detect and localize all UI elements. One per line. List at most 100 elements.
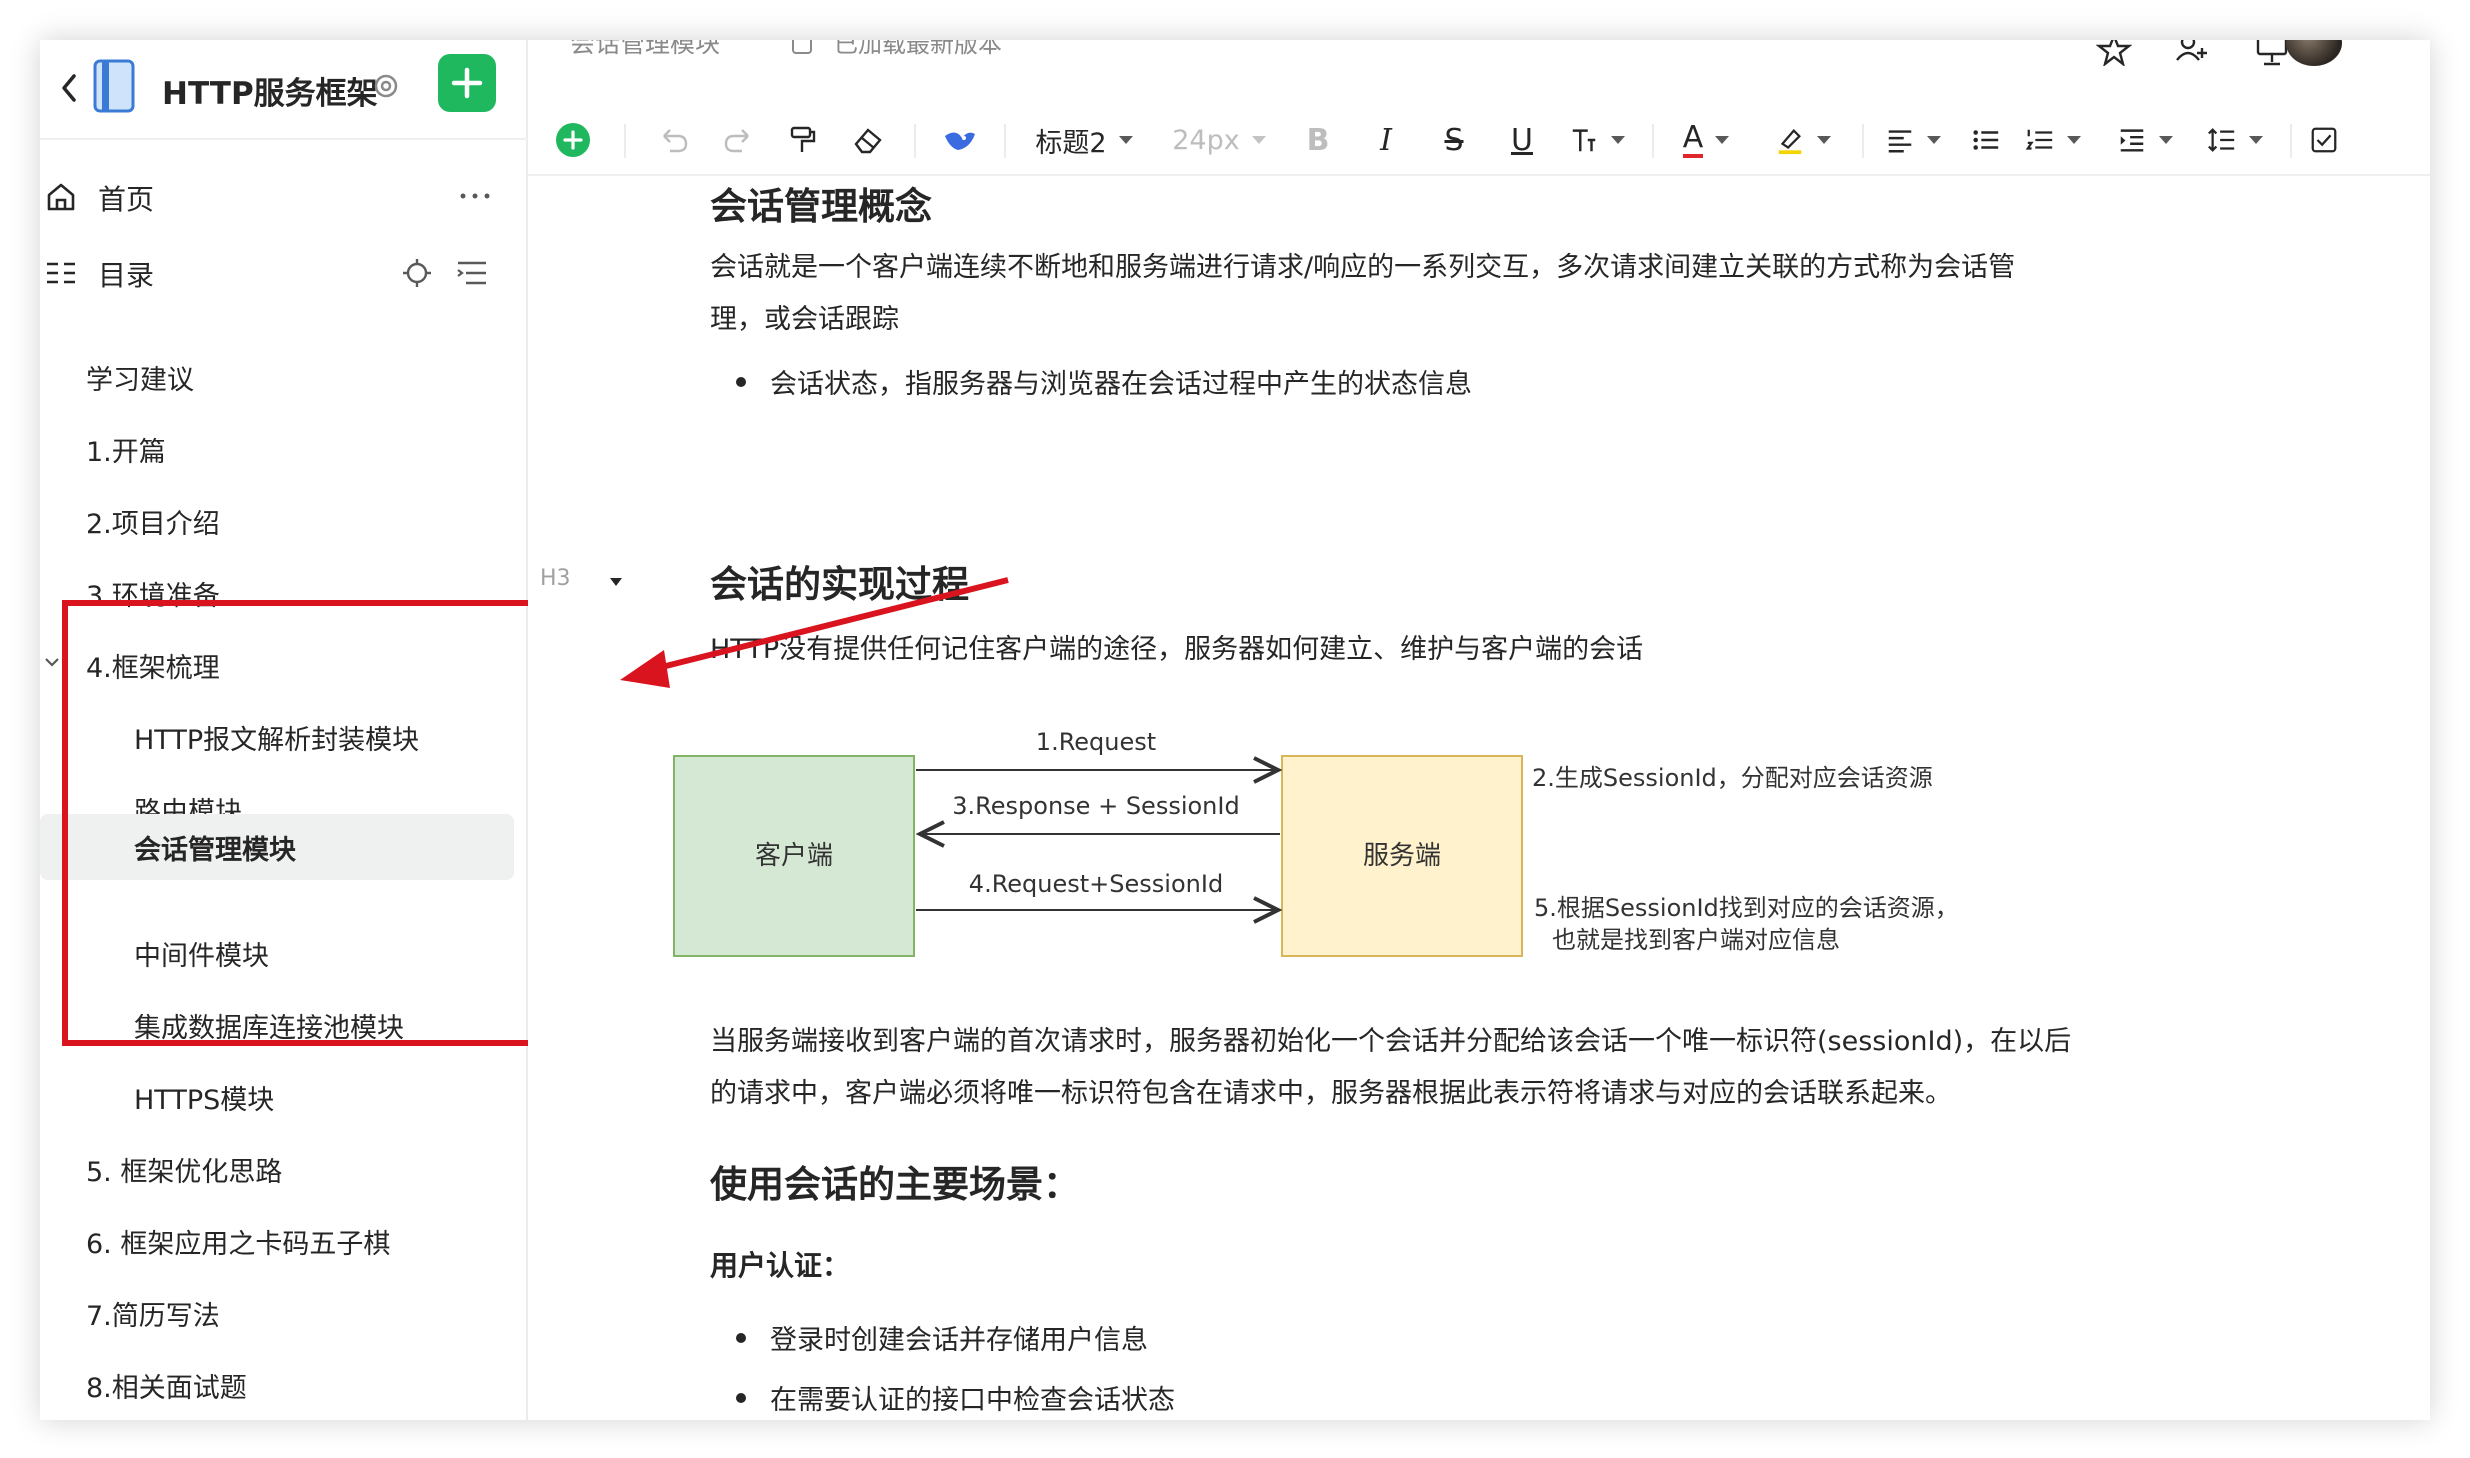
bold-icon: B (1306, 122, 1330, 158)
toc-item-study-advice[interactable]: 学习建议 (40, 342, 528, 408)
sidebar-item-toc[interactable]: 目录 (40, 244, 528, 300)
avatar[interactable] (2286, 40, 2342, 66)
paragraph-line: 的请求中，客户端必须将唯一标识符包含在请求中，服务器根据此表示符将请求与对应的会… (710, 1078, 1952, 1109)
chevron-down-icon (2067, 136, 2081, 144)
book-icon (93, 59, 135, 113)
format-painter-icon (790, 126, 816, 152)
undo-icon (663, 129, 688, 153)
arrow-label-request-session: 4.Request+SessionId (969, 870, 1223, 898)
toc-item-label: 学习建议 (86, 365, 194, 396)
toolbar-divider (1004, 124, 1006, 158)
redo-icon (724, 129, 749, 153)
undo-button[interactable] (652, 118, 696, 162)
doc-info-icon[interactable] (790, 40, 814, 56)
note-generate-session: 2.生成SessionId，分配对应会话资源 (1532, 764, 1933, 792)
label-user-auth: 用户认证： (710, 1249, 851, 1282)
annotation-highlight-box (62, 600, 542, 1046)
paragraph-line: 理，或会话跟踪 (710, 304, 899, 335)
list-collapse-icon[interactable] (456, 258, 488, 288)
clear-format-button[interactable] (846, 118, 890, 162)
document-body[interactable]: 会话管理概念 会话就是一个客户端连续不断地和服务端进行请求/响应的一系列交互，多… (528, 176, 2430, 1420)
underline-button[interactable]: U (1502, 118, 1542, 162)
toc-item-interview[interactable]: 8.相关面试题 (40, 1350, 528, 1416)
font-color-dropdown[interactable]: A (1668, 118, 1744, 162)
doc-header: 会话管理模块 已加载最新版本 (528, 40, 2430, 70)
heading-style-dropdown[interactable]: 标题2 (1024, 118, 1144, 162)
heading-level-tag: H3 (540, 566, 571, 591)
ai-assistant-button[interactable] (936, 118, 984, 162)
toolbar-divider (624, 124, 626, 158)
more-icon[interactable] (458, 186, 492, 206)
chevron-down-icon (2249, 136, 2263, 144)
checkbox-icon (2311, 127, 2337, 153)
chevron-down-icon (1817, 136, 1831, 144)
toc-item-label: 2.项目介绍 (86, 509, 220, 540)
redo-button[interactable] (716, 118, 760, 162)
indent-dropdown[interactable] (2110, 118, 2180, 162)
align-dropdown[interactable] (1878, 118, 1948, 162)
format-toolbar: 标题2 24px B I S U A (528, 106, 2430, 176)
eraser-icon (854, 128, 882, 154)
toc-item-optimize[interactable]: 5. 框架优化思路 (40, 1134, 528, 1200)
annotation-arrow (620, 577, 1009, 688)
chevron-left-icon[interactable] (52, 64, 88, 112)
toolbar-divider (1862, 124, 1864, 158)
line-height-icon (2208, 128, 2235, 152)
breadcrumb[interactable]: 会话管理模块 (570, 40, 720, 60)
note-lookup-session: 5.根据SessionId找到对应的会话资源， (1534, 894, 1959, 922)
font-color-icon: A (1682, 122, 1704, 158)
add-button[interactable] (438, 54, 496, 112)
ordered-list-dropdown[interactable] (2018, 118, 2088, 162)
bold-button[interactable]: B (1298, 118, 1338, 162)
locate-icon[interactable] (402, 258, 432, 288)
text-style-dropdown[interactable] (1564, 118, 1630, 162)
client-label: 客户端 (755, 841, 833, 871)
present-icon[interactable] (2254, 40, 2290, 66)
toc-item-label: 5. 框架优化思路 (86, 1157, 283, 1188)
italic-button[interactable]: I (1366, 118, 1406, 162)
toolbar-divider (914, 124, 916, 158)
line-height-dropdown[interactable] (2200, 118, 2270, 162)
star-icon[interactable] (2096, 40, 2132, 66)
heading-session-concept: 会话管理概念 (710, 185, 932, 228)
toc-item-resume[interactable]: 7.简历写法 (40, 1278, 528, 1344)
heading-style-value: 标题2 (1035, 127, 1107, 159)
toc-item-label: 7.简历写法 (86, 1301, 220, 1332)
editor-main: 会话管理模块 已加载最新版本 标题2 24px B I S U A 会话管理概念… (528, 40, 2430, 1420)
format-painter-button[interactable] (780, 118, 824, 162)
note-lookup-session: 也就是找到客户端对应信息 (1552, 926, 1840, 954)
toc-item-label: 8.相关面试题 (86, 1373, 247, 1404)
arrow-label-response: 3.Response + SessionId (952, 792, 1239, 820)
arrow-label-request: 1.Request (1036, 728, 1156, 756)
settings-icon[interactable] (372, 72, 400, 100)
sidebar-item-home[interactable]: 首页 (40, 168, 528, 224)
server-label: 服务端 (1363, 841, 1441, 871)
add-collaborator-icon[interactable] (2174, 40, 2210, 66)
toc-item-project[interactable]: 2.项目介绍 (40, 486, 528, 552)
underline-icon: U (1511, 122, 1533, 158)
strikethrough-button[interactable]: S (1434, 118, 1474, 162)
highlight-dropdown[interactable] (1764, 118, 1842, 162)
chevron-down-icon[interactable] (44, 656, 60, 668)
chevron-down-icon (1611, 136, 1625, 144)
task-list-button[interactable] (2304, 118, 2344, 162)
indent-icon (2120, 129, 2144, 152)
list-item: 登录时创建会话并存储用户信息 (736, 1318, 1148, 1357)
bird-logo-icon (945, 132, 975, 150)
chevron-down-icon (1927, 136, 1941, 144)
chevron-down-icon (1118, 136, 1133, 144)
insert-button[interactable] (550, 118, 596, 162)
sidebar-item-label: 目录 (98, 259, 155, 292)
sidebar-item-label: 首页 (98, 183, 155, 216)
font-size-dropdown[interactable]: 24px (1160, 118, 1278, 162)
bullet-list-button[interactable] (1964, 118, 2008, 162)
italic-icon: I (1380, 122, 1392, 158)
toc-item-https[interactable]: HTTPS模块 (40, 1062, 528, 1128)
toc-item-gomoku[interactable]: 6. 框架应用之卡码五子棋 (40, 1206, 528, 1272)
knowledge-base-title[interactable]: HTTP服务框架 (162, 68, 378, 113)
list-item: 在需要认证的接口中检查会话状态 (736, 1378, 1175, 1417)
toc-icon (47, 262, 75, 284)
toc-item-intro[interactable]: 1.开篇 (40, 414, 528, 480)
chevron-down-icon (2159, 136, 2173, 144)
text-size-icon (1572, 129, 1596, 152)
